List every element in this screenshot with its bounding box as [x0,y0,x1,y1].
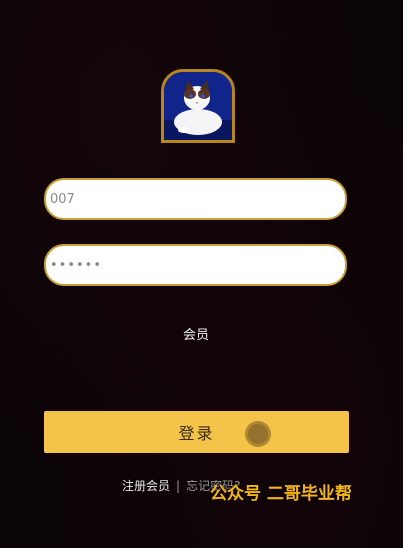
username-input[interactable] [44,178,347,220]
register-link[interactable]: 注册会员 [122,479,170,493]
role-label[interactable]: 会员 [0,324,392,343]
avatar-image [161,69,235,143]
password-input[interactable] [44,244,347,286]
cat-image-icon [164,72,232,140]
login-button[interactable]: 登录 [44,411,349,453]
login-screen: 会员 登录 注册会员|忘记密码? 公众号 二哥毕业帮 [0,0,403,548]
link-separator: | [176,479,181,493]
touch-indicator [245,421,271,447]
watermark-text: 公众号 二哥毕业帮 [210,484,352,504]
right-edge [403,0,408,548]
